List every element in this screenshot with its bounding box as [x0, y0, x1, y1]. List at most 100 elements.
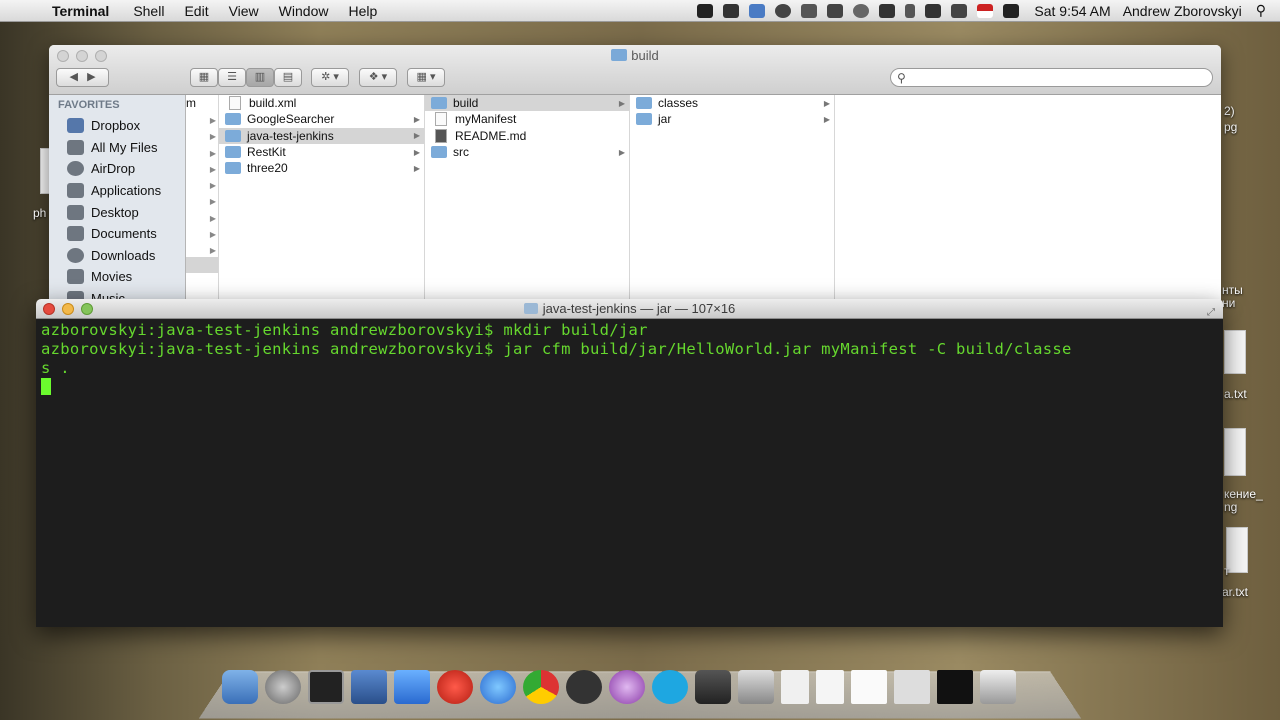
window-thumbnail-icon[interactable]	[894, 670, 930, 704]
sidebar-item-downloads[interactable]: Downloads	[49, 245, 185, 267]
itunes-icon[interactable]	[480, 670, 516, 704]
sidebar-item-applications[interactable]: Applications	[49, 180, 185, 202]
list-item[interactable]: myManifest	[425, 111, 629, 127]
finder-column-4[interactable]	[835, 95, 1221, 300]
sidebar-item-all-my-files[interactable]: All My Files	[49, 137, 185, 159]
torrent-file-icon[interactable]	[816, 670, 844, 704]
icon-view-button[interactable]: ▦	[190, 68, 218, 87]
move-icon[interactable]	[801, 3, 818, 18]
evernote-icon[interactable]	[723, 3, 740, 18]
menu-app-terminal[interactable]: Terminal	[40, 3, 123, 19]
battery-icon[interactable]	[1003, 3, 1020, 18]
bluetooth-icon[interactable]	[905, 3, 916, 18]
column-item-label: GoogleSearcher	[247, 112, 335, 127]
list-item[interactable]: classes ▶	[630, 95, 834, 111]
folder-icon	[225, 113, 241, 126]
folder-icon	[523, 303, 538, 314]
terminal-screen[interactable]: azborovskyi:java-test-jenkins andrewzbor…	[36, 319, 1223, 627]
terminal-icon[interactable]	[308, 670, 344, 704]
folder-icon	[225, 129, 241, 142]
sidebar-item-label: Dropbox	[91, 118, 141, 134]
column-view-button[interactable]: ▥	[246, 68, 274, 87]
skype-icon[interactable]	[652, 670, 688, 704]
list-item[interactable]: build.xml	[219, 95, 424, 111]
minimize-button[interactable]	[62, 303, 74, 315]
facetime-icon[interactable]	[697, 3, 714, 18]
sidebar-item-documents[interactable]: Documents	[49, 223, 185, 245]
menu-clock[interactable]: Sat 9:54 AM	[1034, 3, 1110, 19]
dropbox-toolbar-button[interactable]: ❖ ▾	[359, 68, 397, 87]
spotlight-search-icon[interactable]: ⚲	[1256, 2, 1266, 19]
sublime-text-icon[interactable]	[695, 670, 731, 704]
list-item[interactable]: src ▶	[425, 144, 629, 160]
back-forward-buttons[interactable]: ◀ ▶	[56, 68, 109, 87]
terminal-titlebar[interactable]: java-test-jenkins — jar — 107×16 ⤢	[36, 299, 1223, 319]
disclosure-arrow-icon: ▶	[823, 98, 830, 108]
arrange-button[interactable]: ▦ ▾	[407, 68, 445, 87]
list-item[interactable]: m	[186, 95, 218, 111]
sidebar-item-dropbox[interactable]: Dropbox	[49, 115, 185, 137]
menu-edit[interactable]: Edit	[174, 3, 218, 19]
sidebar-item-airdrop[interactable]: AirDrop	[49, 158, 185, 180]
search-input[interactable]: ⚲	[890, 68, 1213, 87]
chrome-icon[interactable]	[523, 670, 559, 704]
action-gear-button[interactable]: ✲ ▾	[311, 68, 349, 87]
fullscreen-icon[interactable]: ⤢	[1207, 303, 1215, 322]
us-flag-icon[interactable]	[977, 3, 994, 18]
desktop-file-icon[interactable]	[1224, 330, 1246, 374]
folder-icon	[431, 146, 447, 159]
finder-column-3[interactable]: classes ▶ jar ▶	[630, 95, 835, 300]
xcode-icon[interactable]	[394, 670, 430, 704]
trash-icon[interactable]	[980, 670, 1016, 704]
menu-view[interactable]: View	[219, 3, 269, 19]
coverflow-view-button[interactable]: ▤	[274, 68, 302, 87]
list-item[interactable]: README.md	[425, 128, 629, 144]
list-view-button[interactable]: ☰	[218, 68, 246, 87]
wifi-icon[interactable]	[925, 3, 942, 18]
column-item-label: build	[453, 96, 479, 111]
list-item[interactable]: java-test-jenkins ▶	[219, 127, 424, 144]
desktop-label: т	[1224, 564, 1230, 578]
menu-user[interactable]: Andrew Zborovskyi	[1123, 3, 1242, 19]
display-icon[interactable]	[879, 3, 896, 18]
time-machine-icon[interactable]	[853, 3, 870, 18]
list-item[interactable]: jar ▶	[630, 111, 834, 127]
finder-titlebar[interactable]: build ◀ ▶ ▦ ☰ ▥ ▤ ✲ ▾ ❖ ▾ ▦ ▾ ⚲	[49, 45, 1221, 95]
menu-shell[interactable]: Shell	[123, 3, 174, 19]
chrome-document-icon[interactable]	[851, 670, 887, 704]
desktop-file-icon[interactable]	[1224, 428, 1246, 476]
column-item-label: README.md	[455, 128, 527, 143]
video-editor-icon[interactable]	[738, 670, 774, 704]
volume-icon[interactable]	[951, 3, 968, 18]
list-item[interactable]: RestKit ▶	[219, 144, 424, 160]
list-item[interactable]: three20 ▶	[219, 160, 424, 176]
zoom-button[interactable]	[81, 303, 93, 315]
lifebuoy-icon[interactable]	[775, 3, 792, 18]
preview-icon[interactable]	[351, 670, 387, 704]
terminal-thumbnail-icon[interactable]	[937, 670, 973, 704]
finder-icon[interactable]	[222, 670, 258, 704]
unity-icon[interactable]	[566, 670, 602, 704]
screen-sharing-icon[interactable]	[827, 3, 844, 18]
list-item[interactable]: build ▶	[425, 95, 629, 112]
menu-bar: Terminal Shell Edit View Window Help Sat…	[0, 0, 1280, 22]
terminal-line: azborovskyi:java-test-jenkins andrewzbor…	[41, 340, 1072, 358]
dictionary-doc-icon[interactable]	[781, 670, 809, 704]
close-button[interactable]	[43, 303, 55, 315]
finder-column-2[interactable]: build ▶ myManifest README.md src ▶	[425, 95, 630, 300]
finder-column-1[interactable]: build.xml GoogleSearcher ▶ java-test-jenk…	[219, 95, 425, 300]
list-item[interactable]: GoogleSearcher ▶	[219, 111, 424, 127]
launchpad-icon[interactable]	[265, 670, 301, 704]
sidebar-item-label: Movies	[91, 269, 133, 285]
airdrop-icon	[67, 161, 84, 177]
menu-help[interactable]: Help	[338, 3, 387, 19]
pomodoro-icon[interactable]	[437, 670, 473, 704]
menu-window[interactable]: Window	[269, 3, 339, 19]
sidebar-item-desktop[interactable]: Desktop	[49, 201, 185, 223]
adium-icon[interactable]	[609, 670, 645, 704]
finder-window: build ◀ ▶ ▦ ☰ ▥ ▤ ✲ ▾ ❖ ▾ ▦ ▾ ⚲ FAVORITE…	[49, 45, 1221, 300]
finder-column-0[interactable]: m ▶▶▶▶▶▶▶▶▶▶	[186, 95, 219, 300]
sidebar-item-movies[interactable]: Movies	[49, 266, 185, 288]
sidebar-item-label: Desktop	[91, 204, 139, 220]
dropbox-tray-icon[interactable]	[749, 3, 766, 18]
